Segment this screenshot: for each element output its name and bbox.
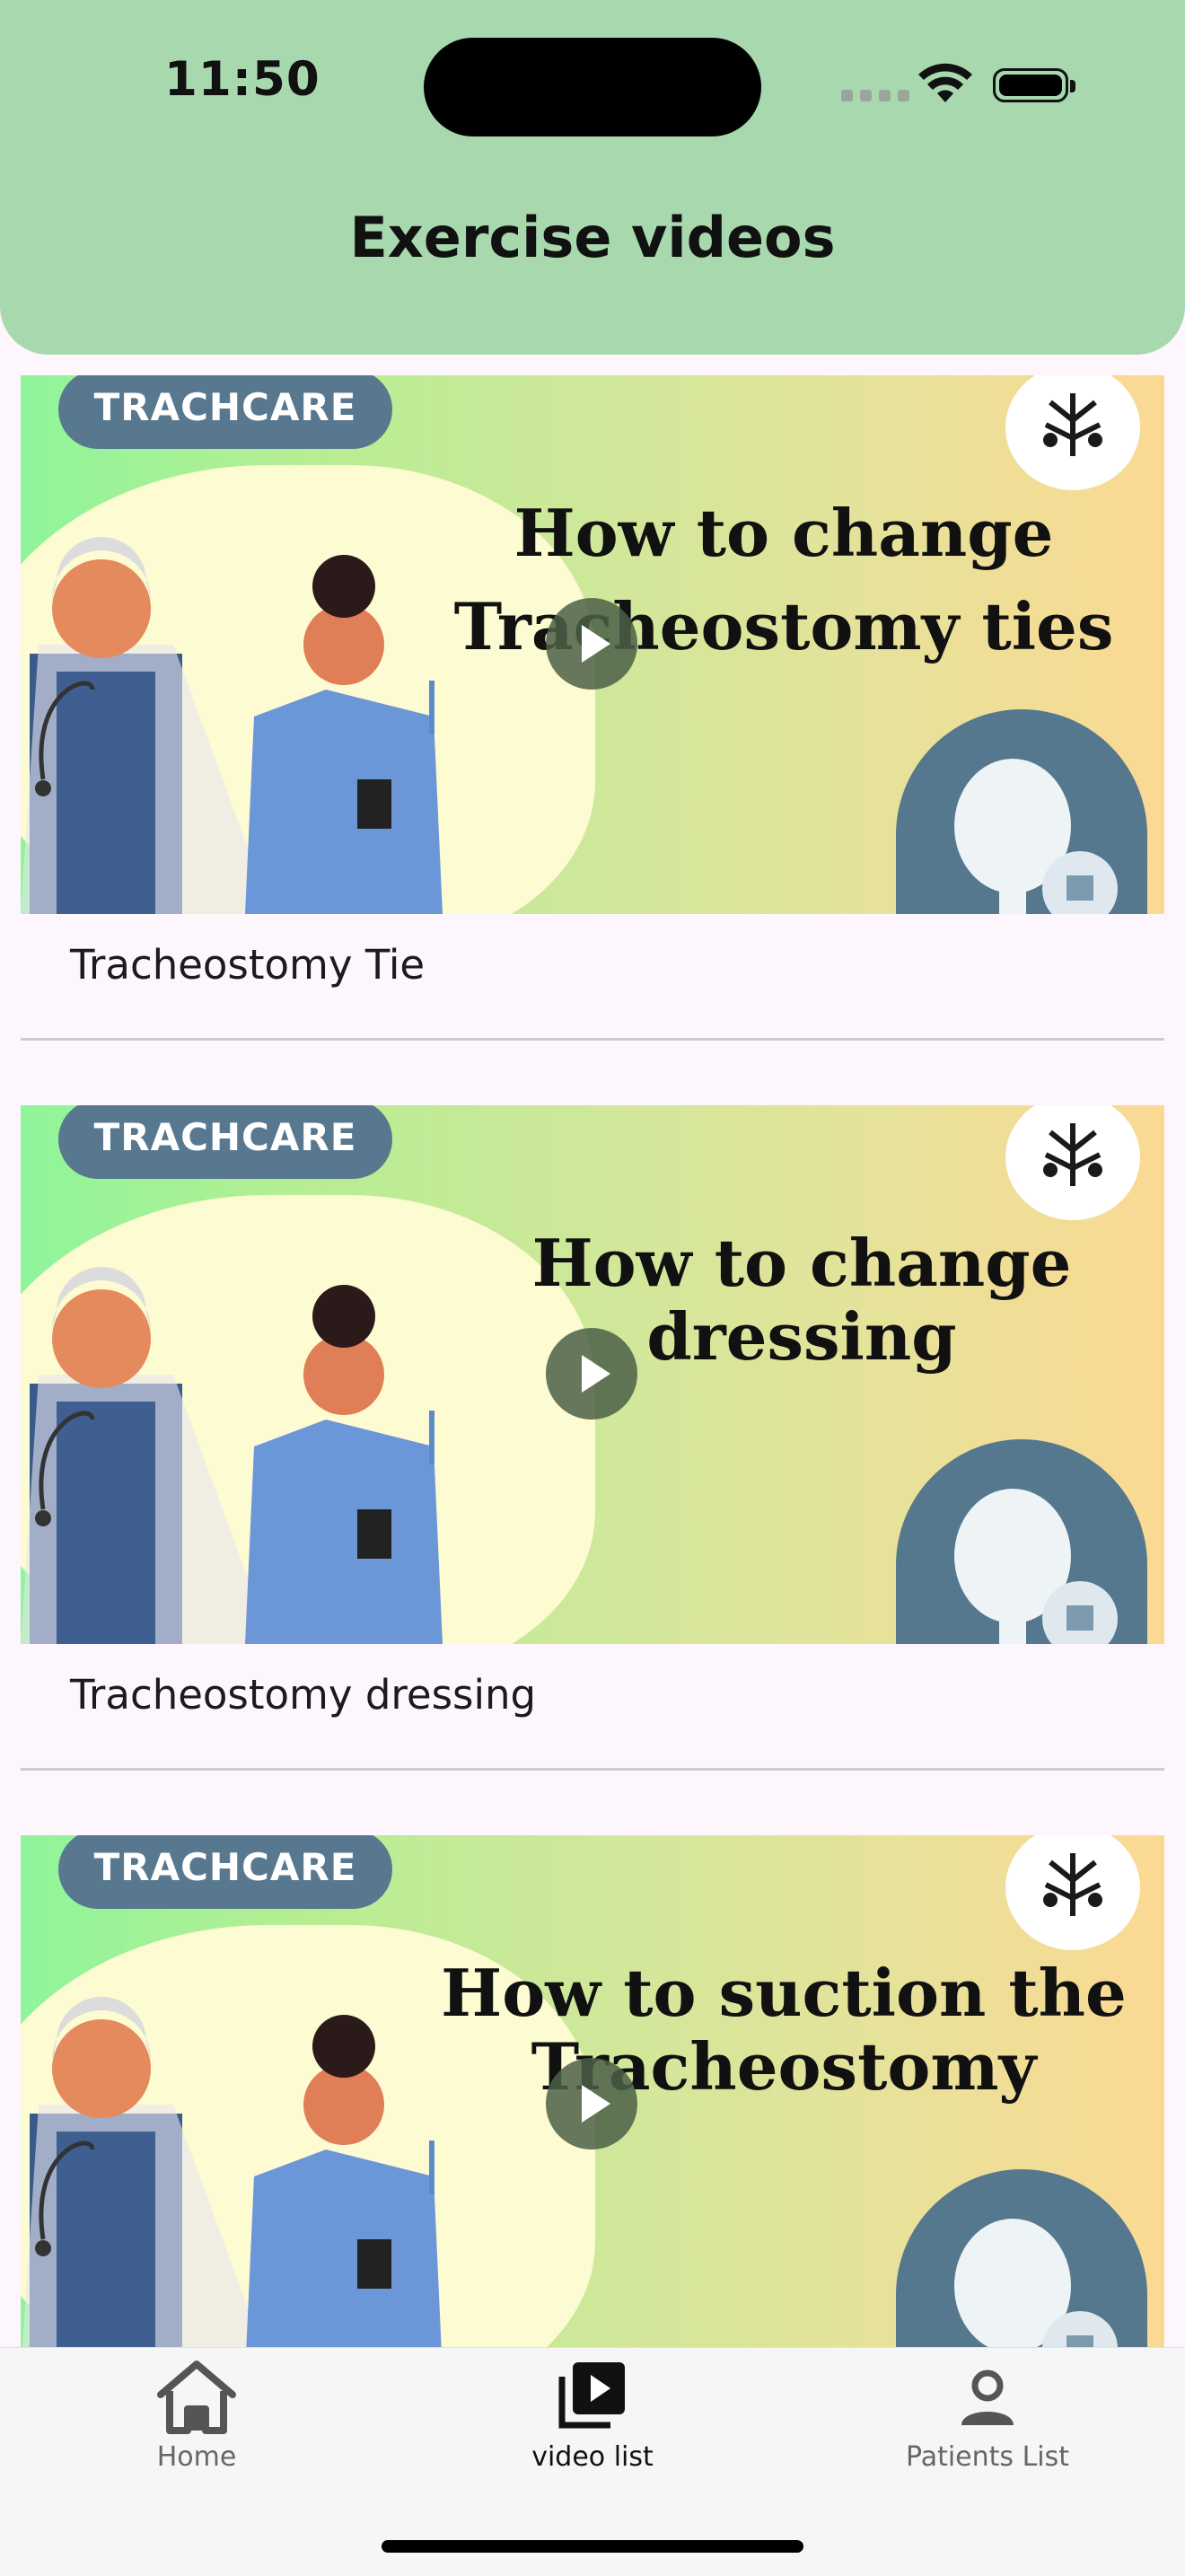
- play-button[interactable]: [546, 598, 637, 690]
- patient-trach-illustration: [896, 1439, 1147, 1644]
- person-icon: [961, 2369, 1014, 2425]
- medical-staff-illustration: [21, 537, 443, 914]
- medical-staff-illustration: [21, 1997, 443, 2374]
- video-title: Tracheostomy Tie: [70, 941, 426, 989]
- status-time: 11:50: [164, 52, 320, 107]
- play-button[interactable]: [546, 2058, 637, 2150]
- brand-badge: TRACHCARE: [58, 1105, 392, 1179]
- cellular-signal-icon: [841, 90, 909, 101]
- thumbnail-title: How to suction the Tracheostomy: [434, 1947, 1134, 2114]
- wifi-icon: [918, 63, 972, 102]
- home-icon: [157, 2361, 236, 2434]
- play-button[interactable]: [546, 1328, 637, 1420]
- patient-trach-illustration: [896, 2169, 1147, 2374]
- video-card[interactable]: TRACHCARE How to suction the Tracheostom…: [21, 1835, 1164, 2374]
- thumbnail-title-line: Tracheostomy ties: [453, 588, 1114, 664]
- brand-badge: TRACHCARE: [58, 1835, 392, 1909]
- divider: [21, 1038, 1164, 1041]
- tab-label: video list: [531, 2441, 654, 2473]
- page-title: Exercise videos: [349, 205, 836, 270]
- thumbnail-title: How to change Tracheostomy ties: [434, 487, 1134, 673]
- brand-badge: TRACHCARE: [58, 375, 392, 449]
- video-thumbnail[interactable]: TRACHCARE How to change dressing: [21, 1105, 1164, 1644]
- tab-label: Patients List: [905, 2441, 1070, 2473]
- divider: [21, 1768, 1164, 1771]
- thumbnail-title-line: Tracheostomy: [531, 2028, 1037, 2105]
- medical-staff-illustration: [21, 1267, 443, 1644]
- tab-label: Home: [156, 2441, 237, 2473]
- video-thumbnail[interactable]: TRACHCARE How to change Tracheostomy tie…: [21, 375, 1164, 914]
- patient-trach-illustration: [896, 709, 1147, 914]
- thumbnail-title-line: How to change: [514, 495, 1054, 571]
- video-card[interactable]: TRACHCARE How to change Tracheostomy tie…: [21, 375, 1164, 1041]
- app-header: 11:50 Exercise videos: [0, 0, 1185, 355]
- video-card[interactable]: TRACHCARE How to change dressing Tracheo…: [21, 1105, 1164, 1771]
- video-library-icon: [558, 2362, 625, 2429]
- dynamic-island: [424, 38, 761, 136]
- video-title: Tracheostomy dressing: [70, 1671, 537, 1719]
- clinic-logo: [1005, 1105, 1140, 1220]
- clinic-logo: [1005, 1835, 1140, 1950]
- battery-icon: [993, 68, 1075, 102]
- home-indicator: [382, 2540, 803, 2553]
- video-thumbnail[interactable]: TRACHCARE How to suction the Tracheostom…: [21, 1835, 1164, 2374]
- clinic-logo: [1005, 375, 1140, 490]
